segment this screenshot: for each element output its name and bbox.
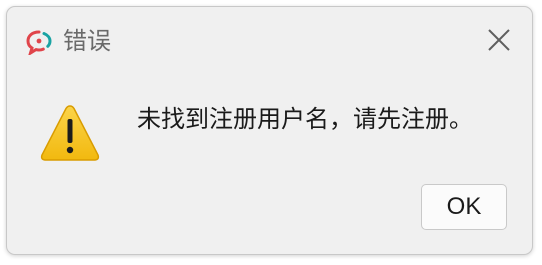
close-button[interactable] <box>482 25 516 59</box>
title-bar: 错误 <box>7 7 532 71</box>
warning-icon <box>39 103 101 163</box>
window-title: 错误 <box>63 27 111 55</box>
error-message: 未找到注册用户名，请先注册。 <box>137 105 473 133</box>
ok-button[interactable]: OK <box>421 184 507 230</box>
error-dialog: 错误 未找到注册用户名，请先注册。 OK <box>6 6 533 255</box>
close-icon <box>486 27 512 57</box>
chat-bubble-icon <box>25 29 55 57</box>
